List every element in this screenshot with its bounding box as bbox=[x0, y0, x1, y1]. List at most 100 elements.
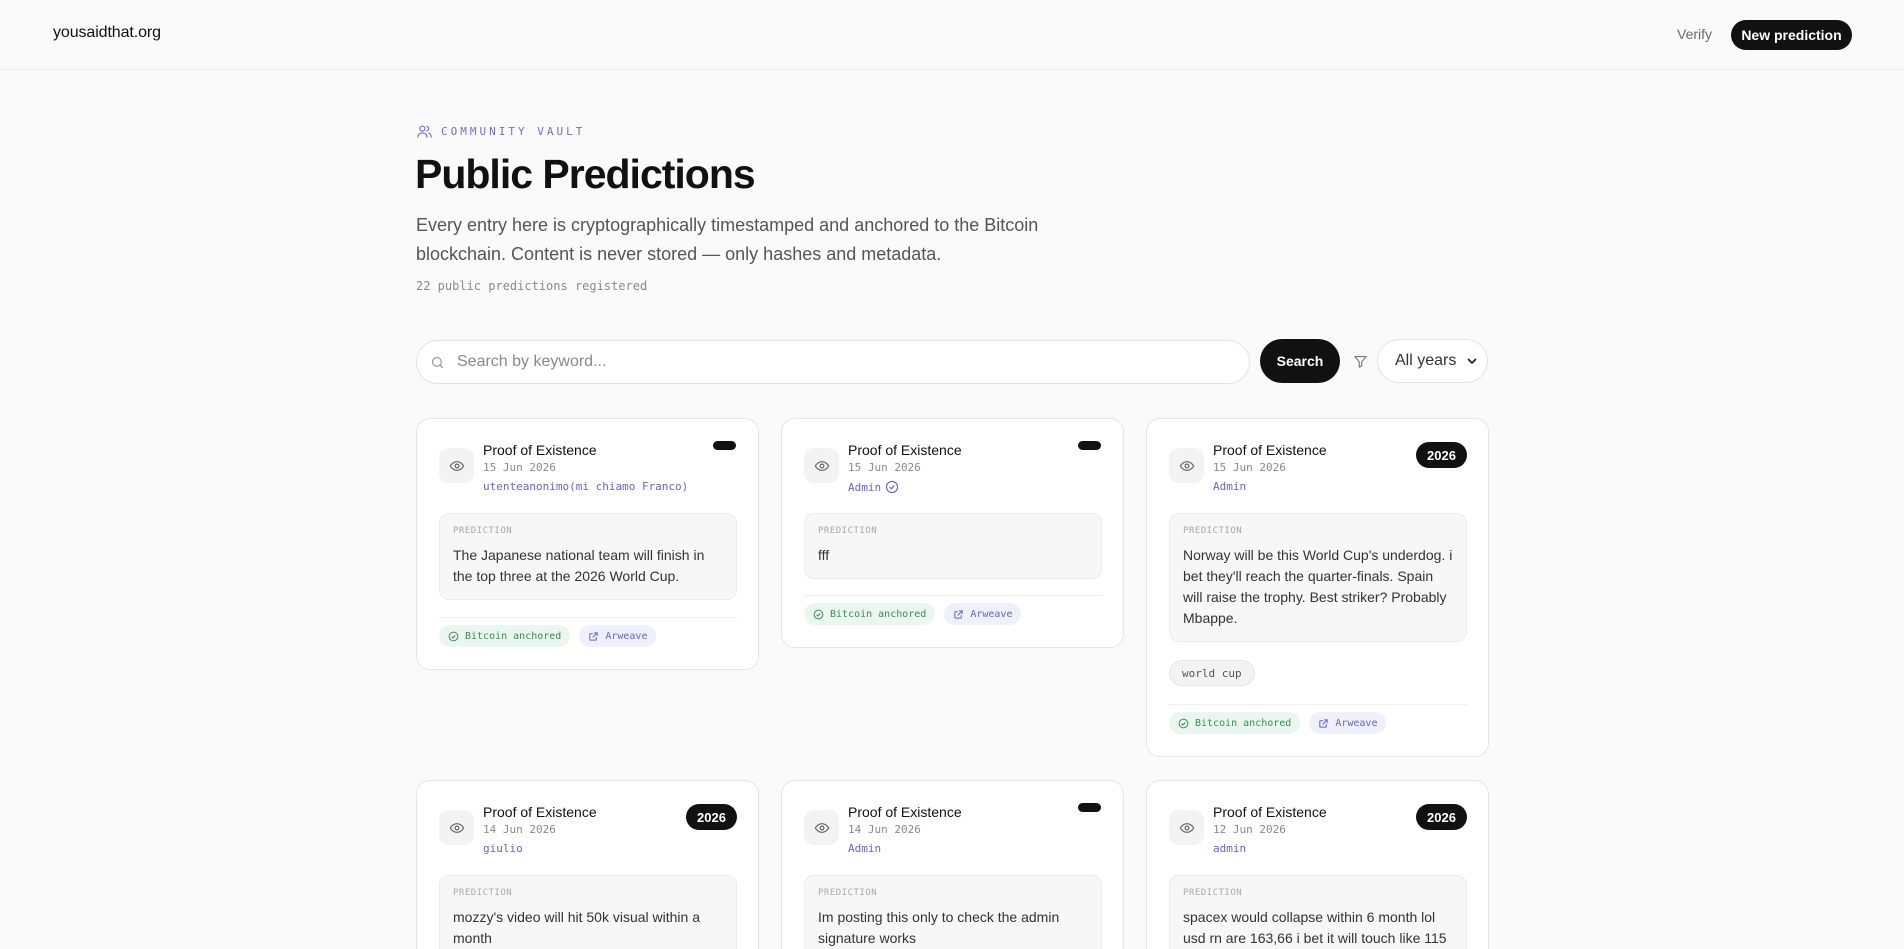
tag-chip[interactable]: world cup bbox=[1169, 660, 1255, 686]
prediction-box: PREDICTION fff bbox=[804, 513, 1102, 579]
eye-icon bbox=[1179, 822, 1194, 833]
prediction-label: PREDICTION bbox=[453, 888, 513, 898]
visibility-icon-box bbox=[804, 448, 839, 483]
eye-icon bbox=[814, 460, 829, 471]
check-circle-icon bbox=[813, 609, 824, 619]
prediction-card[interactable]: Proof of Existence 12 Jun 2026 admin 202… bbox=[1146, 780, 1489, 949]
eye-icon bbox=[449, 460, 464, 471]
search-icon bbox=[431, 356, 444, 368]
visibility-icon-box bbox=[804, 810, 839, 845]
card-author[interactable]: Admin bbox=[848, 480, 899, 494]
card-title: Proof of Existence bbox=[1213, 442, 1327, 458]
card-date: 12 Jun 2026 bbox=[1213, 823, 1286, 836]
card-date: 15 Jun 2026 bbox=[1213, 461, 1286, 474]
year-filter-select[interactable]: All years bbox=[1377, 339, 1488, 383]
year-pill bbox=[1078, 441, 1101, 450]
author-name: giulio bbox=[483, 842, 523, 855]
nav-verify-link[interactable]: Verify bbox=[1677, 26, 1712, 42]
badge-label: Bitcoin anchored bbox=[830, 608, 927, 620]
author-name: Admin bbox=[1213, 480, 1247, 493]
visibility-icon-box bbox=[439, 448, 474, 483]
prediction-card[interactable]: Proof of Existence 14 Jun 2026 Admin PRE… bbox=[781, 780, 1124, 949]
prediction-box: PREDICTION Norway will be this World Cup… bbox=[1169, 513, 1467, 642]
card-author[interactable]: Admin bbox=[1213, 480, 1246, 493]
year-pill bbox=[1078, 803, 1101, 812]
new-prediction-button[interactable]: New prediction bbox=[1731, 20, 1852, 50]
external-link-icon bbox=[1319, 718, 1328, 728]
author-name: utenteanonimo(mi chiamo Franco) bbox=[483, 480, 689, 493]
card-author[interactable]: utenteanonimo(mi chiamo Franco) bbox=[483, 480, 688, 493]
top-navigation: yousaidthat.org Verify New prediction bbox=[0, 0, 1904, 70]
bitcoin-anchored-badge: Bitcoin anchored bbox=[804, 603, 936, 625]
section-eyebrow: COMMUNITY VAULT bbox=[416, 123, 585, 140]
eyebrow-label: COMMUNITY VAULT bbox=[441, 125, 586, 138]
eye-icon bbox=[814, 822, 829, 833]
year-pill: 2026 bbox=[686, 804, 737, 830]
external-link-icon bbox=[589, 631, 598, 641]
prediction-text: The Japanese national team will finish i… bbox=[453, 547, 705, 584]
arweave-link-badge[interactable]: Arweave bbox=[1309, 712, 1387, 734]
eye-icon bbox=[449, 822, 464, 833]
prediction-box: PREDICTION spacex would collapse within … bbox=[1169, 875, 1467, 949]
brand-logo[interactable]: yousaidthat.org bbox=[53, 24, 161, 42]
card-title: Proof of Existence bbox=[848, 442, 962, 458]
external-link-icon bbox=[954, 609, 963, 619]
prediction-card[interactable]: Proof of Existence 15 Jun 2026 Admin PRE… bbox=[781, 418, 1124, 648]
author-name: Admin bbox=[848, 842, 882, 855]
visibility-icon-box bbox=[1169, 448, 1204, 483]
card-date: 14 Jun 2026 bbox=[483, 823, 556, 836]
card-author[interactable]: Admin bbox=[848, 842, 881, 855]
visibility-icon-box bbox=[1169, 810, 1204, 845]
prediction-label: PREDICTION bbox=[1183, 526, 1243, 536]
check-circle-icon bbox=[448, 631, 459, 641]
filter-icon bbox=[1354, 355, 1367, 368]
page-description: Every entry here is cryptographically ti… bbox=[416, 215, 1039, 264]
card-author[interactable]: admin bbox=[1213, 842, 1246, 855]
card-divider bbox=[439, 617, 737, 618]
search-input[interactable] bbox=[457, 353, 1217, 371]
check-circle-icon bbox=[1178, 718, 1189, 728]
badge-label: Arweave bbox=[605, 630, 648, 642]
badge-label: Arweave bbox=[970, 608, 1013, 620]
prediction-label: PREDICTION bbox=[818, 526, 878, 536]
page-title: Public Predictions bbox=[415, 151, 756, 197]
card-badges: Bitcoin anchored Arweave bbox=[439, 625, 657, 647]
visibility-icon-box bbox=[439, 810, 474, 845]
arweave-link-badge[interactable]: Arweave bbox=[944, 603, 1022, 625]
prediction-card[interactable]: Proof of Existence 14 Jun 2026 giulio 20… bbox=[416, 780, 759, 949]
card-title: Proof of Existence bbox=[848, 804, 962, 820]
year-pill bbox=[713, 441, 736, 450]
prediction-box: PREDICTION mozzy's video will hit 50k vi… bbox=[439, 875, 737, 949]
card-divider bbox=[1169, 704, 1467, 705]
card-badges: Bitcoin anchored Arweave bbox=[804, 603, 1022, 625]
card-author[interactable]: giulio bbox=[483, 842, 523, 855]
card-date: 15 Jun 2026 bbox=[848, 461, 921, 474]
search-button[interactable]: Search bbox=[1260, 339, 1340, 383]
badge-label: Arweave bbox=[1335, 717, 1378, 729]
arweave-link-badge[interactable]: Arweave bbox=[579, 625, 657, 647]
users-icon bbox=[417, 125, 432, 138]
bitcoin-anchored-badge: Bitcoin anchored bbox=[439, 625, 571, 647]
card-badges: Bitcoin anchored Arweave bbox=[1169, 712, 1387, 734]
search-bar bbox=[416, 340, 1250, 384]
prediction-text: mozzy's video will hit 50k visual within… bbox=[453, 909, 700, 946]
chevron-down-icon bbox=[1467, 358, 1477, 364]
year-pill: 2026 bbox=[1416, 804, 1467, 830]
prediction-text: Im posting this only to check the admin … bbox=[818, 909, 1060, 946]
prediction-text: fff bbox=[818, 547, 830, 563]
card-date: 14 Jun 2026 bbox=[848, 823, 921, 836]
verified-check-icon bbox=[886, 480, 899, 494]
card-title: Proof of Existence bbox=[483, 442, 597, 458]
prediction-card[interactable]: Proof of Existence 15 Jun 2026 Admin 202… bbox=[1146, 418, 1489, 757]
card-title: Proof of Existence bbox=[483, 804, 597, 820]
prediction-text: spacex would collapse within 6 month lol… bbox=[1183, 909, 1447, 946]
prediction-box: PREDICTION Im posting this only to check… bbox=[804, 875, 1102, 949]
eye-icon bbox=[1179, 460, 1194, 471]
card-divider bbox=[804, 595, 1102, 596]
badge-label: Bitcoin anchored bbox=[465, 630, 562, 642]
card-date: 15 Jun 2026 bbox=[483, 461, 556, 474]
prediction-card[interactable]: Proof of Existence 15 Jun 2026 utenteano… bbox=[416, 418, 759, 670]
prediction-label: PREDICTION bbox=[453, 526, 513, 536]
badge-label: Bitcoin anchored bbox=[1195, 717, 1292, 729]
prediction-box: PREDICTION The Japanese national team wi… bbox=[439, 513, 737, 600]
